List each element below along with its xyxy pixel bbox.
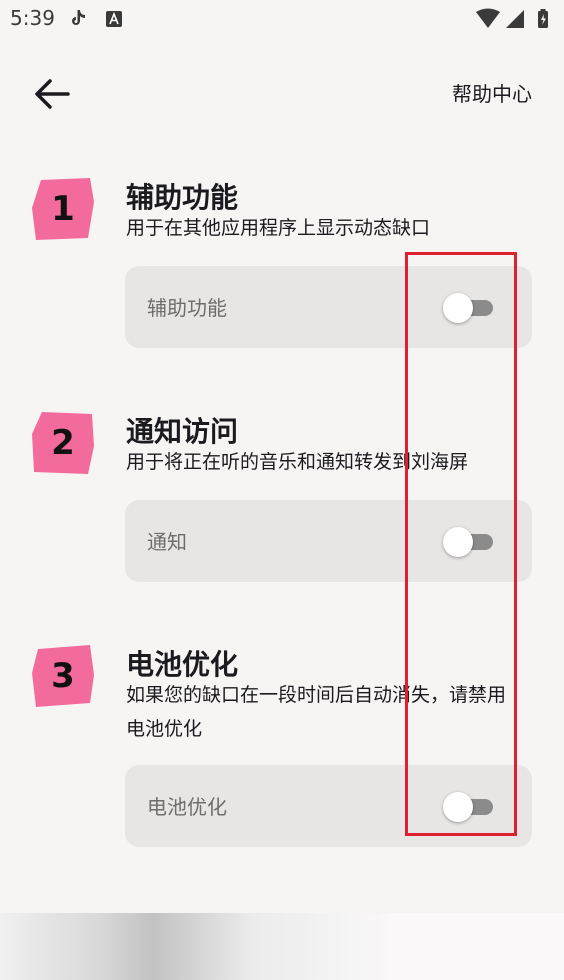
battery-icon bbox=[538, 9, 548, 28]
step-badge: 1 bbox=[32, 178, 94, 240]
setting-label: 通知 bbox=[147, 530, 187, 554]
status-time: 5:39 bbox=[10, 6, 55, 30]
status-right-icons bbox=[476, 8, 556, 34]
section-description: 用于在其他应用程序上显示动态缺口 bbox=[126, 217, 431, 239]
wifi-icon bbox=[476, 8, 500, 28]
section-title: 辅助功能 bbox=[126, 181, 239, 214]
signal-icon bbox=[506, 10, 524, 28]
setting-label: 电池优化 bbox=[147, 795, 227, 819]
section-title: 通知访问 bbox=[126, 415, 239, 448]
bottom-navigation-area bbox=[0, 913, 564, 980]
step-badge: 3 bbox=[32, 645, 94, 707]
back-button[interactable] bbox=[30, 74, 78, 114]
status-bar: 5:39 bbox=[0, 0, 564, 40]
step-number: 1 bbox=[51, 189, 75, 229]
app-notification-icon bbox=[106, 11, 122, 27]
arrow-left-icon bbox=[35, 79, 70, 109]
tiktok-icon bbox=[72, 10, 85, 25]
step-number: 2 bbox=[51, 423, 75, 463]
step-badge: 2 bbox=[32, 412, 94, 474]
annotation-highlight-box bbox=[405, 252, 517, 836]
step-number: 3 bbox=[51, 656, 75, 696]
status-left-icons bbox=[68, 8, 128, 34]
help-center-link[interactable]: 帮助中心 bbox=[452, 78, 532, 107]
section-title: 电池优化 bbox=[126, 648, 239, 681]
header: 帮助中心 bbox=[0, 60, 564, 124]
setting-label: 辅助功能 bbox=[147, 296, 227, 320]
